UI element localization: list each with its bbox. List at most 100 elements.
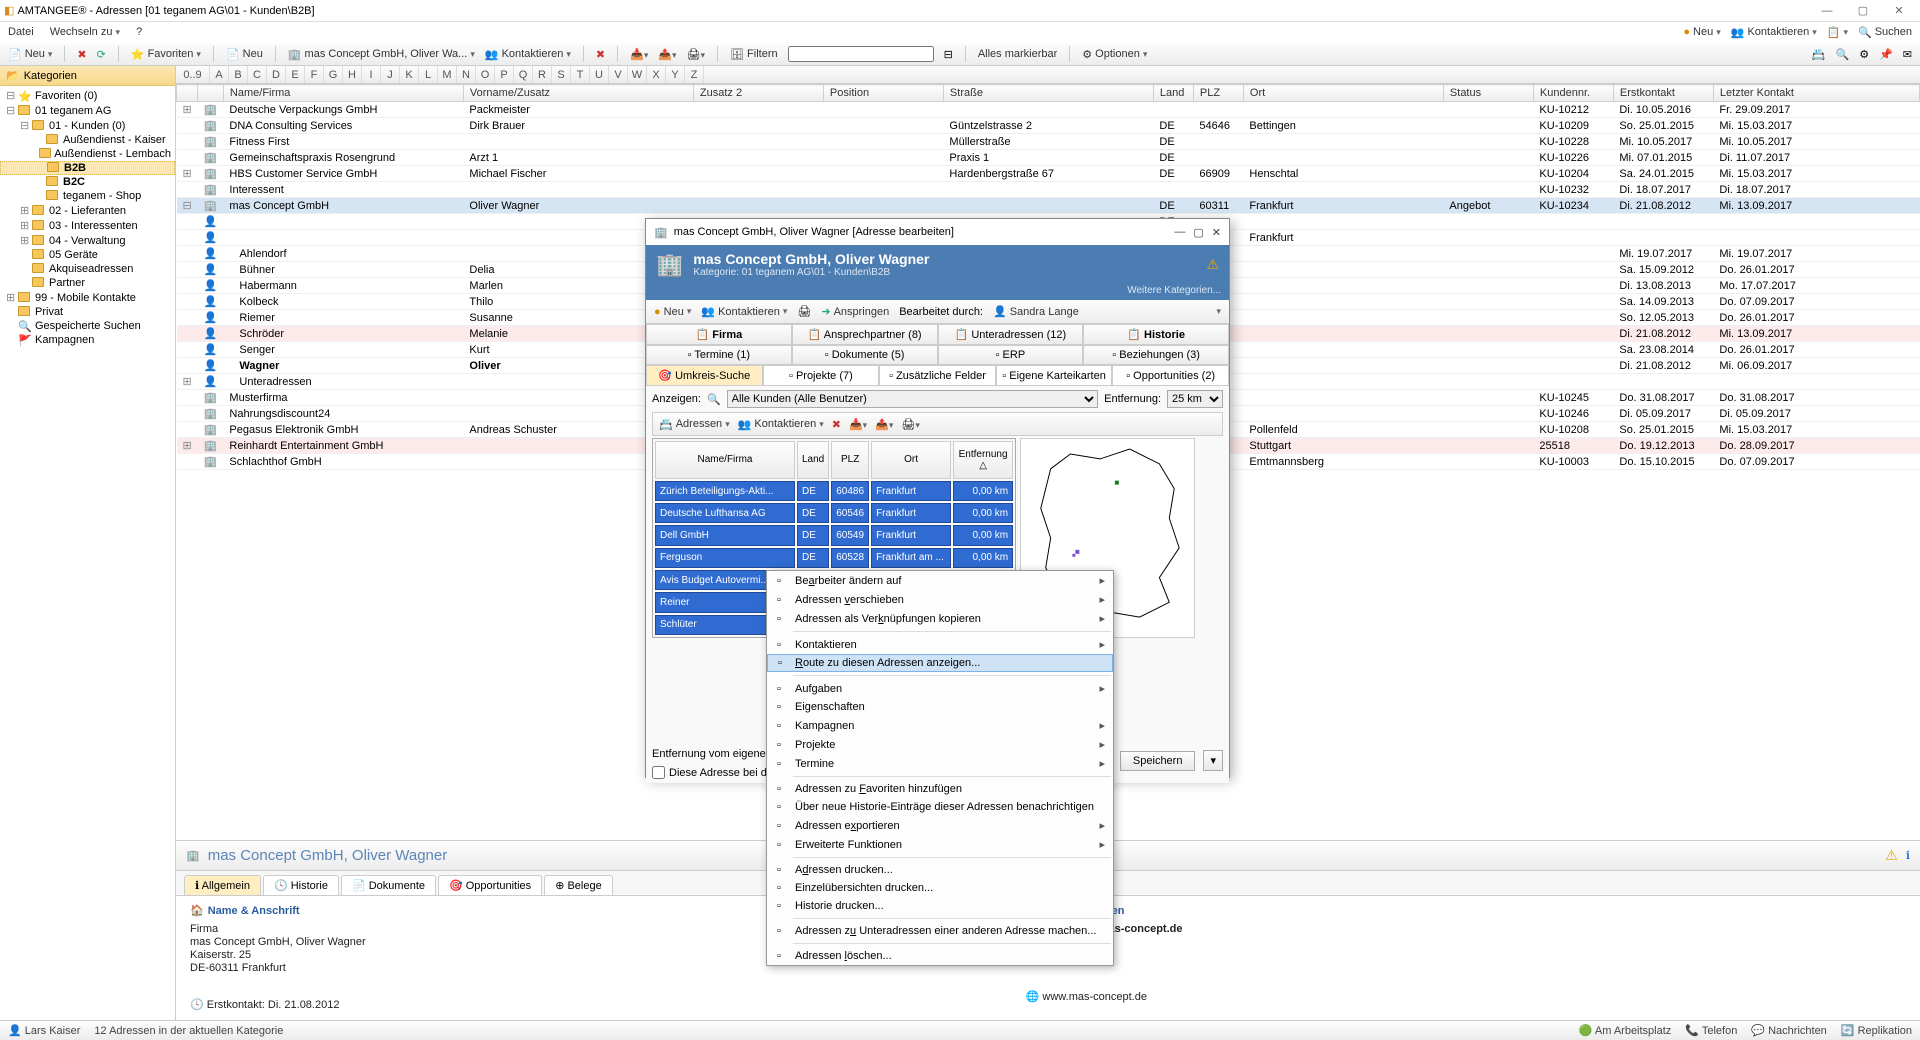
inner-optionen[interactable]: ⚙ Optionen ▾ — [1082, 48, 1147, 61]
ctx-item[interactable]: ▫Adressen löschen... — [767, 947, 1113, 965]
menu-wechseln[interactable]: Wechseln zu ▾ — [50, 26, 120, 38]
anzeigen-icon[interactable]: 🔍 — [707, 393, 721, 406]
tree-node[interactable]: 05 Geräte — [0, 248, 175, 262]
alpha-X[interactable]: X — [647, 66, 666, 83]
info-icon[interactable]: ℹ — [1906, 849, 1910, 862]
menu-help[interactable]: ? — [136, 26, 142, 38]
ctx-item[interactable]: ▫Über neue Historie-Einträge dieser Adre… — [767, 798, 1113, 816]
alpha-R[interactable]: R — [533, 66, 552, 83]
ctx-item[interactable]: ▫Adressen zu Unteradressen einer anderen… — [767, 922, 1113, 940]
alpha-Z[interactable]: Z — [685, 66, 704, 83]
dialog-subtab[interactable]: ▫ Dokumente (5) — [792, 345, 938, 365]
status-replikation[interactable]: 🔄 Replikation — [1841, 1024, 1912, 1037]
table-row[interactable]: 🏢DNA Consulting ServicesDirk BrauerGüntz… — [177, 118, 1920, 134]
tb-icon-5[interactable]: ✉ — [1903, 48, 1912, 61]
inner-alles[interactable]: Alles markierbar — [978, 48, 1057, 60]
tree-node[interactable]: ⊟⭐Favoriten (0) — [0, 88, 175, 103]
tb-icon-3[interactable]: ⚙ — [1859, 48, 1869, 61]
alpha-Q[interactable]: Q — [514, 66, 533, 83]
alpha-S[interactable]: S — [552, 66, 571, 83]
close-button[interactable]: ✕ — [1882, 1, 1916, 21]
ctx-item[interactable]: ▫Adressen als Verknüpfungen kopieren▸ — [767, 609, 1113, 628]
dialog-subtab[interactable]: ▫ ERP — [938, 345, 1084, 365]
ctx-item[interactable]: ▫Kampagnen▸ — [767, 716, 1113, 735]
alpha-F[interactable]: F — [305, 66, 324, 83]
dialog-dropdown-icon[interactable]: ▾ — [1216, 306, 1221, 317]
dialog-subtab2[interactable]: ▫ Projekte (7) — [763, 365, 880, 385]
outer-neu[interactable]: 📄 Neu ▾ — [8, 48, 52, 61]
toolbar-refresh-icon[interactable]: ⟳ — [97, 48, 106, 61]
ctx-item[interactable]: ▫Bearbeiter ändern auf▸ — [767, 571, 1113, 590]
tree-node[interactable]: 🔍Gespeicherte Suchen — [0, 319, 175, 333]
col-header[interactable]: Vorname/Zusatz — [463, 85, 693, 102]
dialog-close-button[interactable]: ✕ — [1212, 226, 1221, 239]
ctx-item[interactable]: ▫Einzelübersichten drucken... — [767, 879, 1113, 897]
tree-node[interactable]: Akquiseadressen — [0, 262, 175, 276]
dialog-maximize-button[interactable]: ▢ — [1193, 226, 1203, 239]
ctx-item[interactable]: ▫Termine▸ — [767, 754, 1113, 773]
alpha-N[interactable]: N — [457, 66, 476, 83]
dlg-adressen[interactable]: 📇 Adressen ▾ — [659, 418, 730, 431]
alpha-H[interactable]: H — [343, 66, 362, 83]
ctx-item[interactable]: ▫Projekte▸ — [767, 735, 1113, 754]
menu-datei[interactable]: Datei — [8, 26, 34, 38]
detail-tab[interactable]: 🕓 Historie — [263, 875, 339, 895]
tree-node[interactable]: ⊞04 - Verwaltung — [0, 233, 175, 248]
tree-node[interactable]: Außendienst - Kaiser — [0, 133, 175, 147]
alpha-M[interactable]: M — [438, 66, 457, 83]
dialog-subtab2[interactable]: ▫ Opportunities (2) — [1112, 365, 1229, 385]
filter-input[interactable] — [788, 46, 934, 62]
dialog-print-icon[interactable]: 🖨 — [797, 305, 811, 318]
col-header[interactable]: Land — [1153, 85, 1193, 102]
col-header[interactable]: Kundennr. — [1533, 85, 1613, 102]
dialog-bigtab[interactable]: 📋 Ansprechpartner (8) — [792, 324, 938, 345]
dialog-bigtab[interactable]: 📋 Firma — [646, 324, 792, 345]
col-header[interactable] — [177, 85, 198, 102]
umkreis-row[interactable]: Deutsche Lufthansa AGDE60546Frankfurt0,0… — [655, 503, 1013, 523]
status-telefon[interactable]: 📞 Telefon — [1685, 1024, 1737, 1037]
tree-node[interactable]: ⊟01 teganem AG — [0, 103, 175, 118]
col-header[interactable]: Status — [1443, 85, 1533, 102]
detail-www[interactable]: 🌐 www.mas-concept.de — [1026, 990, 1183, 1003]
col-header[interactable]: Erstkontakt — [1613, 85, 1713, 102]
dlg-tool-b-icon[interactable]: 📤▾ — [875, 418, 893, 431]
tree-node[interactable]: 🚩Kampagnen — [0, 333, 175, 347]
ctx-item[interactable]: ▫Adressen verschieben▸ — [767, 590, 1113, 609]
tree-node[interactable]: teganem - Shop — [0, 189, 175, 203]
tb-icon-4[interactable]: 📌 — [1879, 48, 1893, 61]
alpha-W[interactable]: W — [628, 66, 647, 83]
ctx-item[interactable]: ▫Erweiterte Funktionen▸ — [767, 835, 1113, 854]
dialog-subtab[interactable]: ▫ Termine (1) — [646, 345, 792, 365]
detail-tab[interactable]: 📄 Dokumente — [341, 875, 436, 895]
col-header[interactable]: Name/Firma — [223, 85, 463, 102]
ctx-item[interactable]: ▫Adressen exportieren▸ — [767, 816, 1113, 835]
entfernung-select[interactable]: 25 km — [1167, 390, 1223, 408]
toolbar-delete-icon[interactable]: ✖ — [77, 48, 86, 61]
col-header[interactable]: Ort — [1243, 85, 1443, 102]
alpha-O[interactable]: O — [476, 66, 495, 83]
table-row[interactable]: 🏢InteressentKU-10232Di. 18.07.2017Di. 18… — [177, 182, 1920, 198]
dialog-bigtab[interactable]: 📋 Unteradressen (12) — [938, 324, 1084, 345]
dialog-neu[interactable]: ● Neu ▾ — [654, 306, 691, 318]
dlg-kontaktieren2[interactable]: 👥 Kontaktieren ▾ — [738, 418, 824, 431]
tree-node[interactable]: Außendienst - Lembach — [0, 147, 175, 161]
dialog-bigtab[interactable]: 📋 Historie — [1083, 324, 1229, 345]
ctx-item[interactable]: ▫Adressen zu Favoriten hinzufügen — [767, 780, 1113, 798]
tb-icon-1[interactable]: 📇 — [1812, 48, 1826, 61]
alpha-G[interactable]: G — [324, 66, 343, 83]
tree-node[interactable]: B2B — [0, 161, 175, 175]
table-row[interactable]: ⊞🏢Deutsche Verpackungs GmbHPackmeisterKU… — [177, 102, 1920, 118]
dialog-subtab2[interactable]: ▫ Eigene Karteikarten — [996, 365, 1113, 385]
inner-delete-icon[interactable]: ✖ — [596, 48, 605, 61]
dlg-delete-icon[interactable]: ✖ — [832, 418, 841, 431]
alpha-T[interactable]: T — [571, 66, 590, 83]
dialog-anspringen[interactable]: ➜ Anspringen — [821, 305, 889, 318]
inner-company[interactable]: 🏢 mas Concept GmbH, Oliver Wa... ▾ — [288, 48, 475, 61]
tree-node[interactable]: ⊟01 - Kunden (0) — [0, 118, 175, 133]
inner-kontaktieren[interactable]: 👥 Kontaktieren ▾ — [485, 48, 571, 61]
tree-node[interactable]: Privat — [0, 305, 175, 319]
topbar-kontaktieren[interactable]: 👥 Kontaktieren ▾ — [1731, 26, 1817, 39]
alpha-P[interactable]: P — [495, 66, 514, 83]
dlg-tool-c-icon[interactable]: 🖨▾ — [901, 418, 920, 431]
inner-neu[interactable]: 📄 Neu — [226, 48, 263, 61]
